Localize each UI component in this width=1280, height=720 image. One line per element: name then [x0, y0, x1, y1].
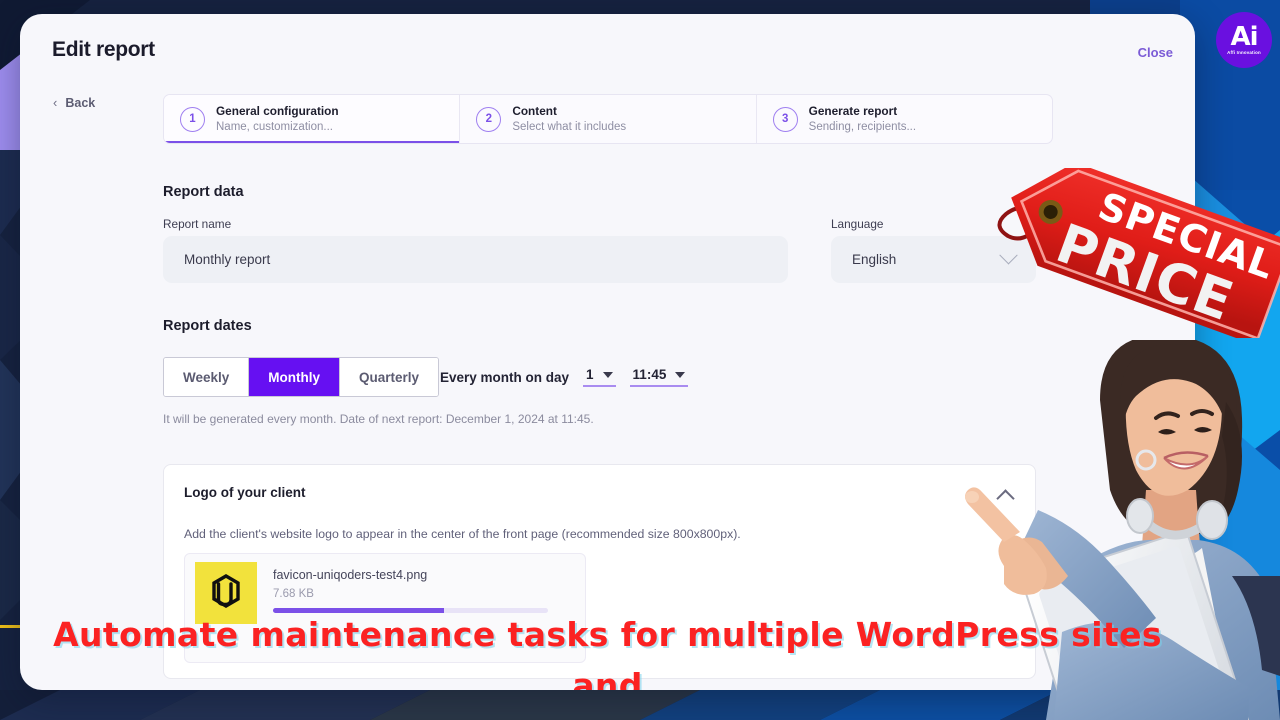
step-number-badge: 1 [180, 106, 205, 132]
step-generate-report[interactable]: 3 Generate report Sending, recipients... [757, 95, 1052, 143]
schedule-row: Every month on day 1 11:45 [440, 367, 689, 387]
chevron-up-icon[interactable] [998, 487, 1014, 503]
uploaded-file-size: 7.68 KB [273, 588, 314, 600]
ai-badge-subtitle: Affi Innovation [1227, 50, 1261, 56]
modal-header: Edit report Close [20, 14, 1195, 86]
step-number-badge: 3 [772, 106, 798, 132]
step-title: Content [512, 103, 557, 118]
step-subtitle: Select what it includes [512, 120, 627, 133]
step-subtitle: Name, customization... [216, 120, 333, 133]
time-select[interactable]: 11:45 [629, 367, 689, 387]
step-title: Generate report [808, 103, 898, 118]
step-number-badge: 2 [476, 106, 502, 132]
client-logo-panel-title: Logo of your client [184, 485, 306, 500]
schedule-label: Every month on day [440, 369, 570, 385]
edit-report-modal: Edit report Close ‹ Back 1 General confi… [20, 14, 1195, 690]
report-name-label: Report name [163, 217, 232, 231]
wizard-stepper: 1 General configuration Name, customizat… [163, 94, 1053, 144]
uploaded-file-card[interactable]: favicon-uniqoders-test4.png 7.68 KB [184, 553, 586, 663]
report-name-input[interactable]: Monthly report [163, 236, 788, 283]
client-logo-help-text: Add the client's website logo to appear … [184, 527, 741, 541]
back-link[interactable]: ‹ Back [53, 95, 95, 110]
ai-brand-badge: Ai Affi Innovation [1216, 12, 1272, 68]
language-select[interactable]: English [831, 236, 1036, 283]
step-general-configuration[interactable]: 1 General configuration Name, customizat… [164, 95, 461, 143]
day-of-month-value: 1 [586, 367, 594, 382]
day-of-month-select[interactable]: 1 [583, 367, 616, 387]
caret-down-icon [602, 371, 613, 378]
screenshot-root: Edit report Close ‹ Back 1 General confi… [0, 0, 1280, 720]
close-button[interactable]: Close [1138, 45, 1173, 60]
language-selected-value: English [852, 252, 897, 267]
report-data-heading: Report data [163, 184, 244, 200]
step-subtitle: Sending, recipients... [808, 120, 917, 133]
report-dates-heading: Report dates [163, 318, 252, 334]
step-title: General configuration [216, 103, 339, 118]
frequency-option-monthly[interactable]: Monthly [249, 358, 341, 396]
uniqoders-logo-icon [195, 562, 257, 624]
upload-progress-bar [273, 608, 548, 613]
frequency-option-quarterly[interactable]: Quarterly [340, 358, 439, 396]
uploaded-file-name: favicon-uniqoders-test4.png [273, 568, 428, 582]
frequency-segmented-control: Weekly Monthly Quarterly [163, 357, 440, 397]
upload-progress-fill [273, 608, 444, 613]
uploaded-file-meta: favicon-uniqoders-test4.png 7.68 KB [273, 562, 548, 613]
chevron-down-icon [999, 246, 1018, 265]
page-title: Edit report [52, 38, 155, 61]
ai-badge-mark: Ai [1230, 21, 1258, 52]
time-value: 11:45 [632, 367, 667, 382]
step-content[interactable]: 2 Content Select what it includes [460, 95, 757, 143]
language-label: Language [831, 217, 884, 231]
back-link-label: Back [65, 95, 96, 110]
schedule-note: It will be generated every month. Date o… [163, 412, 594, 426]
chevron-left-icon: ‹ [53, 95, 58, 110]
caret-down-icon [675, 371, 686, 378]
client-logo-panel: Logo of your client Add the client's web… [163, 464, 1036, 679]
uniqoders-glyph [212, 574, 240, 608]
frequency-option-weekly[interactable]: Weekly [164, 358, 250, 396]
